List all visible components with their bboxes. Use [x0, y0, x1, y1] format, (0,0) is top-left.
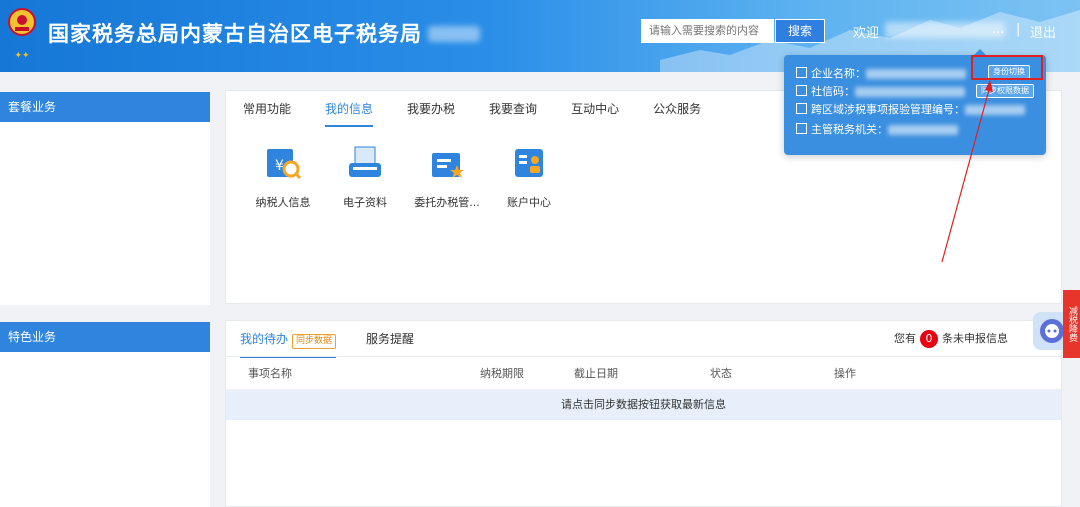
- app-account-center[interactable]: 账户中心: [488, 143, 570, 210]
- count-suffix: 条未申报信息: [942, 332, 1008, 345]
- annotation-arrow: [941, 80, 993, 263]
- credit-label: 社信码：: [811, 85, 855, 98]
- app-electronic-docs[interactable]: 电子资料: [324, 143, 406, 210]
- unfiled-count: 您有 0 条未申报信息: [894, 321, 1008, 357]
- username-blurred[interactable]: [885, 22, 1005, 38]
- empty-message: 请点击同步数据按钮获取最新信息: [226, 390, 1061, 420]
- search-button[interactable]: 搜索: [775, 19, 825, 43]
- grid-icon: [796, 103, 807, 114]
- app-entrust-tax[interactable]: 委托办税管...: [406, 143, 488, 210]
- app-taxpayer-info[interactable]: ¥ 纳税人信息: [242, 143, 324, 210]
- main-tabs: 常用功能 我的信息 我要办税 我要查询 互动中心 公众服务: [226, 91, 718, 127]
- site-title: 国家税务总局内蒙古自治区电子税务局: [48, 22, 422, 46]
- welcome-text: 欢迎: [853, 26, 880, 41]
- tab-query[interactable]: 我要查询: [472, 91, 554, 127]
- sidebar-section-featured[interactable]: 特色业务: [0, 322, 210, 352]
- col-tax-period: 纳税期限: [480, 367, 524, 380]
- tab-interaction[interactable]: 互动中心: [554, 91, 636, 127]
- search-input[interactable]: [641, 19, 774, 43]
- app-label: 纳税人信息: [255, 196, 311, 209]
- tab-public-service[interactable]: 公众服务: [636, 91, 718, 127]
- tab-tax-handling[interactable]: 我要办税: [390, 91, 472, 127]
- logout-link[interactable]: 退出: [1030, 22, 1056, 41]
- app-grid: ¥ 纳税人信息 电子资料 委托办税管... 账户中心: [242, 143, 570, 210]
- taxpayer-info-icon: ¥: [267, 149, 302, 180]
- count-prefix: 您有: [894, 332, 916, 345]
- tab-my-todo-label: 我的待办: [240, 332, 289, 346]
- app-label: 账户中心: [507, 196, 551, 209]
- sidebar-packages-body: [0, 122, 210, 305]
- svg-text:✦✦: ✦✦: [14, 51, 30, 61]
- app-label: 委托办税管...: [414, 196, 480, 209]
- tax-reduction-float-tab[interactable]: 减税降费: [1063, 290, 1080, 358]
- building-icon: [796, 67, 807, 78]
- authority-label: 主管税务机关：: [811, 123, 888, 136]
- svg-text:¥: ¥: [275, 158, 284, 174]
- header-separator: |: [1016, 22, 1021, 37]
- entrust-tax-icon: [432, 153, 464, 178]
- col-status: 状态: [710, 367, 732, 380]
- todo-tabs: 我的待办 同步数据 服务提醒 您有 0 条未申报信息: [226, 321, 1061, 359]
- col-action: 操作: [834, 367, 856, 380]
- sidebar-featured-body: [0, 352, 210, 507]
- region-tag-blurred: [428, 26, 480, 42]
- col-deadline: 截止日期: [574, 367, 618, 380]
- tab-common[interactable]: 常用功能: [226, 91, 308, 127]
- tab-service-reminder[interactable]: 服务提醒: [366, 321, 414, 357]
- account-center-icon: [515, 149, 543, 177]
- sidebar-section-packages[interactable]: 套餐业务: [0, 92, 210, 122]
- sync-data-button[interactable]: 同步数据: [292, 334, 337, 349]
- username-ellipsis: ...: [992, 22, 1005, 37]
- todo-table-header: 事项名称 纳税期限 截止日期 状态 操作: [226, 358, 1061, 390]
- col-item-name: 事项名称: [248, 367, 292, 380]
- grid-icon: [796, 85, 807, 96]
- unfiled-count-badge[interactable]: 0: [920, 330, 938, 348]
- tab-my-info[interactable]: 我的信息: [308, 91, 390, 127]
- tab-my-todo[interactable]: 我的待办 同步数据: [240, 321, 337, 359]
- app-label: 电子资料: [343, 196, 387, 209]
- grid-icon: [796, 123, 807, 134]
- todo-panel: 我的待办 同步数据 服务提醒 您有 0 条未申报信息 事项名称 纳税期限 截止日期 状…: [225, 320, 1062, 507]
- tax-emblem-icon: ✦✦: [8, 8, 36, 61]
- company-label: 企业名称：: [811, 67, 866, 80]
- electronic-docs-icon: [349, 146, 381, 177]
